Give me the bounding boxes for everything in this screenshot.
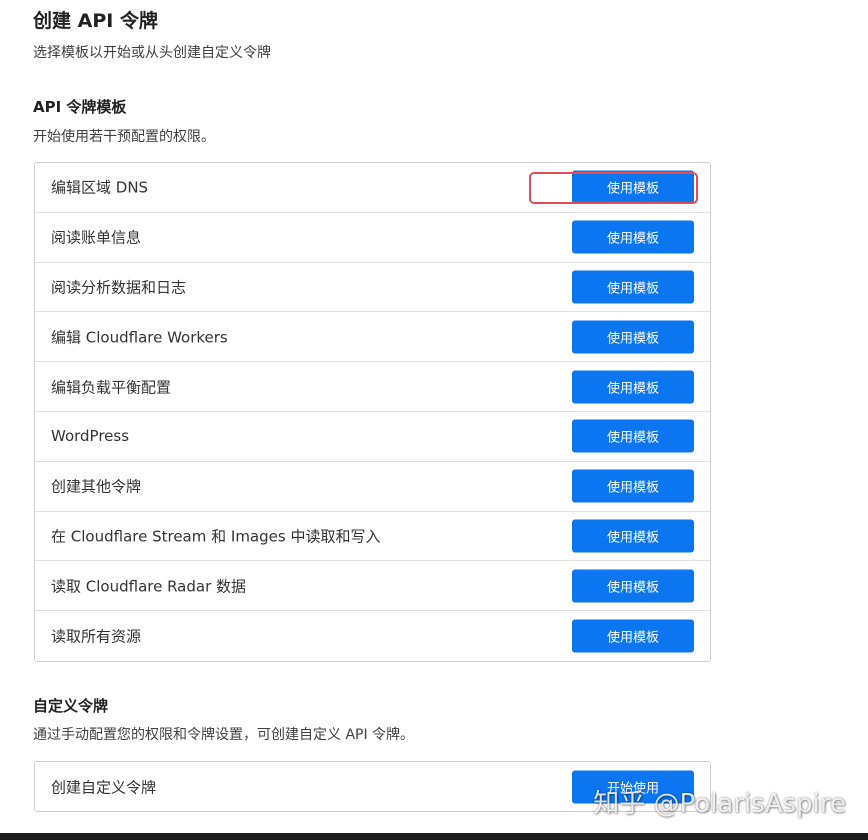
custom-section-title: 自定义令牌 [33, 697, 109, 715]
template-label: 编辑区域 DNS [51, 178, 149, 197]
use-template-button-read-analytics-logs[interactable]: 使用模板 [572, 270, 694, 304]
template-label: 编辑 Cloudflare Workers [51, 328, 228, 347]
create-api-token-page: 创建 API 令牌 选择模板以开始或从头创建自定义令牌 API 令牌模板 开始使… [0, 0, 868, 840]
custom-token-row: 创建自定义令牌 开始使用 [35, 762, 710, 811]
custom-token-label: 创建自定义令牌 [51, 778, 157, 796]
use-template-button-edit-workers[interactable]: 使用模板 [572, 320, 694, 354]
template-row-read-all-resources: 读取所有资源 使用模板 [35, 611, 710, 661]
template-row-edit-workers: 编辑 Cloudflare Workers 使用模板 [35, 312, 710, 363]
get-started-button[interactable]: 开始使用 [572, 770, 694, 803]
use-template-button-read-radar[interactable]: 使用模板 [572, 569, 694, 603]
use-template-button-edit-load-balancing[interactable]: 使用模板 [572, 370, 694, 404]
template-row-edit-load-balancing: 编辑负载平衡配置 使用模板 [35, 362, 710, 412]
page-title: 创建 API 令牌 [33, 10, 158, 32]
use-template-button-edit-zone-dns[interactable]: 使用模板 [572, 170, 694, 204]
use-template-button-wordpress[interactable]: 使用模板 [572, 419, 694, 453]
template-label: 读取 Cloudflare Radar 数据 [51, 577, 247, 596]
template-label: 阅读分析数据和日志 [51, 278, 187, 297]
template-row-stream-images: 在 Cloudflare Stream 和 Images 中读取和写入 使用模板 [35, 512, 710, 562]
bottom-bar [0, 833, 868, 840]
template-label: 创建其他令牌 [51, 477, 142, 496]
custom-section-description: 通过手动配置您的权限和令牌设置，可创建自定义 API 令牌。 [33, 727, 415, 743]
template-row-wordpress: WordPress 使用模板 [35, 412, 710, 462]
template-label: 阅读账单信息 [51, 228, 142, 247]
templates-section-description: 开始使用若干预配置的权限。 [33, 129, 215, 145]
use-template-button-read-billing[interactable]: 使用模板 [572, 220, 694, 254]
use-template-button-stream-images[interactable]: 使用模板 [572, 519, 694, 553]
page-subtitle: 选择模板以开始或从头创建自定义令牌 [33, 45, 271, 61]
templates-section-title: API 令牌模板 [33, 98, 127, 116]
template-label: 编辑负载平衡配置 [51, 378, 172, 397]
template-row-read-radar: 读取 Cloudflare Radar 数据 使用模板 [35, 561, 710, 612]
template-label: 在 Cloudflare Stream 和 Images 中读取和写入 [51, 527, 381, 546]
template-row-create-other-tokens: 创建其他令牌 使用模板 [35, 462, 710, 512]
template-row-edit-zone-dns: 编辑区域 DNS 使用模板 [35, 163, 710, 213]
template-label: WordPress [51, 427, 130, 446]
custom-token-card: 创建自定义令牌 开始使用 [34, 761, 711, 812]
template-row-read-billing: 阅读账单信息 使用模板 [35, 213, 710, 263]
use-template-button-read-all-resources[interactable]: 使用模板 [572, 619, 694, 653]
template-row-read-analytics-logs: 阅读分析数据和日志 使用模板 [35, 263, 710, 313]
template-label: 读取所有资源 [51, 627, 142, 646]
use-template-button-create-other-tokens[interactable]: 使用模板 [572, 469, 694, 503]
templates-list: 编辑区域 DNS 使用模板 阅读账单信息 使用模板 阅读分析数据和日志 使用模板… [34, 162, 711, 662]
